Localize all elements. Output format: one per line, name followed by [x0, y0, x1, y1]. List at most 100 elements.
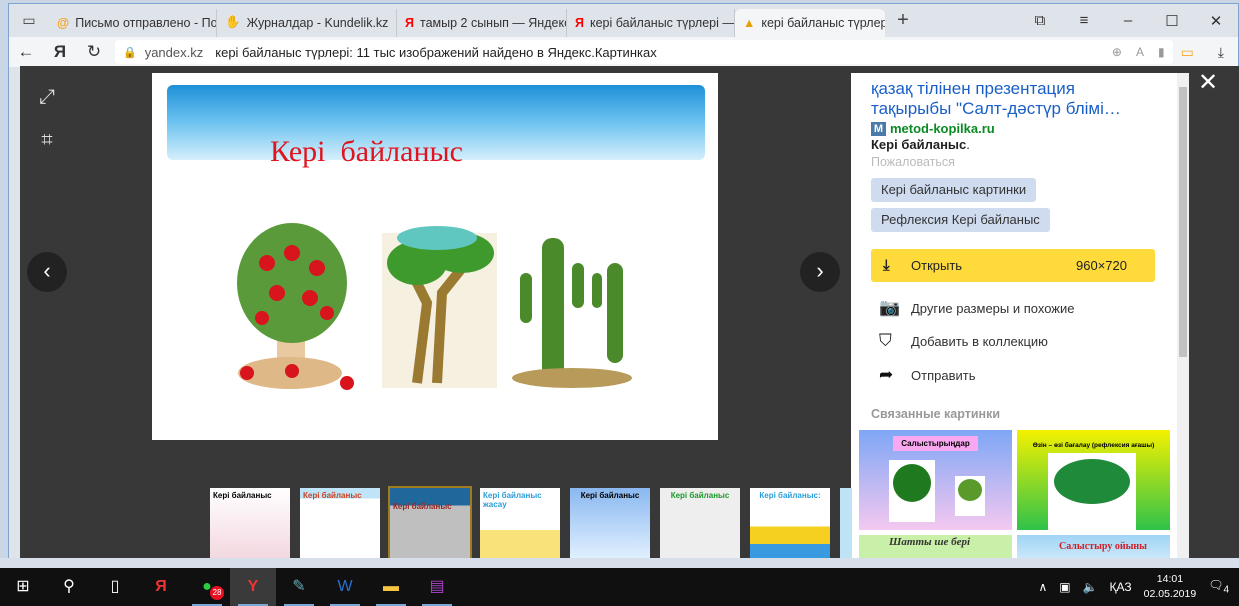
translate-icon[interactable]: A: [1136, 45, 1144, 59]
action-label: Отправить: [911, 367, 976, 383]
notification-badge: 28: [210, 586, 224, 600]
image-viewer: ⤢ ⌗ ‹ › Кері байланыс қазақ тілінен през…: [20, 66, 1239, 568]
yandex-home-icon[interactable]: Я: [43, 42, 77, 62]
thumbnail-caption: Кері байланыс: [670, 491, 730, 500]
address-bar[interactable]: 🔒 yandex.kz кері байланыс түрлері: 11 ты…: [115, 40, 1173, 64]
url-host: yandex.kz: [144, 44, 204, 60]
image-description: Кері байланыс.: [871, 137, 970, 152]
prev-image-button[interactable]: ‹: [27, 252, 67, 292]
lock-icon: 🔒: [123, 46, 137, 59]
thumbnail-caption: Кері байланыс: [213, 491, 272, 500]
cactus-image: [512, 238, 632, 388]
time: 14:01: [1156, 573, 1184, 585]
description-suffix: .: [966, 137, 970, 152]
whatsapp-icon[interactable]: ● 28: [184, 568, 230, 606]
related-image-caption: Өзін – өзі бағалау (рефлексия ағашы): [1032, 442, 1155, 449]
word-icon[interactable]: W: [322, 568, 368, 606]
tab-bar: ▭ @ Письмо отправлено - По ✋ Журналдар - K…: [9, 4, 1238, 37]
tab-yandex-search-2[interactable]: Якері байланыс түрлері —: [567, 8, 735, 37]
battery-saver-icon[interactable]: ▭: [1181, 44, 1194, 61]
thumbnail[interactable]: Кері байланыс: [300, 488, 380, 558]
yandex-icon: Я: [405, 15, 414, 30]
zoom-icon[interactable]: ⊕: [1112, 45, 1122, 59]
thumbnail[interactable]: Кері байланыс жасау: [480, 488, 560, 558]
menu-icon[interactable]: ≡: [1062, 12, 1106, 30]
related-images-heading: Связанные картинки: [871, 407, 1001, 421]
thumbnail-caption: Кері байланыс: [580, 491, 640, 500]
action-center-icon[interactable]: 🗨4: [1208, 578, 1229, 595]
sidebar-toggle-icon[interactable]: ▭: [9, 12, 49, 29]
tab-yandex-images[interactable]: ▲кері байланыс түрлері:✕: [735, 8, 885, 37]
search-icon[interactable]: ⚲: [46, 568, 92, 606]
thumbnail[interactable]: [840, 488, 852, 558]
network-icon[interactable]: ▣: [1059, 580, 1070, 594]
thumbnail-caption: Кері байланыс:: [759, 491, 821, 500]
site-name: metod-kopilka.ru: [890, 121, 995, 136]
yandex-browser-icon[interactable]: Y: [230, 568, 276, 606]
kundelik-icon: ✋: [225, 15, 241, 29]
add-to-collection-button[interactable]: ⛉ Добавить в коллекцию: [879, 331, 1048, 351]
bookmark-icon[interactable]: ▮: [1158, 45, 1165, 59]
other-sizes-button[interactable]: 📷 Другие размеры и похожие: [879, 298, 1074, 318]
related-image[interactable]: Салыстырыңдар: [859, 430, 1012, 530]
apple-tree-image: [237, 223, 354, 390]
crop-icon[interactable]: ⌗: [35, 129, 59, 153]
thumbnail[interactable]: Кері байланыс: [570, 488, 650, 558]
tab-label: кері байланыс түрлері:: [761, 15, 885, 30]
main-image[interactable]: Кері байланыс: [152, 73, 718, 440]
tab-kundelik[interactable]: ✋ Журналдар - Kundelik.kz: [217, 8, 397, 37]
date: 02.05.2019: [1143, 588, 1197, 600]
show-hidden-icons[interactable]: ∧: [1038, 580, 1047, 594]
yandex-app-icon[interactable]: Я: [138, 568, 184, 606]
winrar-icon[interactable]: ▤: [414, 568, 460, 606]
tab-yandex-search[interactable]: Ятамыр 2 сынып — Яндекс: [397, 8, 567, 37]
tree-image: [382, 226, 497, 388]
task-view-icon[interactable]: ▯: [92, 568, 138, 606]
clock[interactable]: 14:01 02.05.2019: [1144, 572, 1197, 602]
bookmarks-icon[interactable]: ⧉: [1018, 12, 1062, 30]
thumbnail[interactable]: Кері байланыс: [660, 488, 740, 558]
next-image-button[interactable]: ›: [800, 252, 840, 292]
source-title-link[interactable]: қазақ тілінен презентация тақырыбы "Салт…: [871, 79, 1151, 119]
related-image-caption: Салыстыру ойыны: [1059, 541, 1147, 552]
camera-search-icon: 📷: [879, 298, 901, 317]
mail-icon: @: [57, 15, 70, 30]
background-window-status-bar: [0, 558, 1239, 568]
yandex-icon: Я: [575, 15, 584, 30]
paint-icon[interactable]: ✎: [276, 568, 322, 606]
scrollbar-thumb[interactable]: [1179, 87, 1187, 357]
fullscreen-icon[interactable]: ⤢: [35, 86, 59, 110]
action-label: Другие размеры и похожие: [911, 300, 1075, 316]
tab-label: кері байланыс түрлері —: [589, 15, 735, 30]
share-button[interactable]: ➦ Отправить: [879, 365, 975, 385]
back-icon[interactable]: ←: [9, 42, 43, 62]
source-site-link[interactable]: Mmetod-kopilka.ru: [871, 121, 995, 136]
close-window-button[interactable]: ✕: [1194, 12, 1238, 30]
related-image[interactable]: Өзін – өзі бағалау (рефлексия ағашы): [1017, 430, 1170, 530]
download-icon[interactable]: ⤓: [1218, 44, 1224, 61]
minimize-button[interactable]: –: [1106, 12, 1150, 30]
related-query-chip[interactable]: Рефлексия Кері байланыс: [871, 208, 1050, 232]
thumbnail-selected[interactable]: Кері байланыс: [388, 486, 472, 560]
new-tab-button[interactable]: +: [885, 9, 921, 32]
volume-icon[interactable]: 🔈: [1083, 580, 1098, 594]
start-button[interactable]: ⊞: [0, 568, 46, 606]
tab-label: Журналдар - Kundelik.kz: [246, 15, 389, 30]
language-indicator[interactable]: ҚАЗ: [1110, 580, 1132, 594]
image-info-panel: қазақ тілінен презентация тақырыбы "Салт…: [851, 73, 1189, 568]
report-link[interactable]: Пожаловаться: [871, 155, 955, 169]
file-explorer-icon[interactable]: ▬: [368, 568, 414, 606]
thumbnail-strip: Кері байланыс Кері байланыс Кері байланы…: [210, 486, 852, 560]
maximize-button[interactable]: ☐: [1150, 12, 1194, 30]
thumbnail[interactable]: Кері байланыс: [210, 488, 290, 558]
page-title: кері байланыс түрлері: 11 тыс изображени…: [215, 44, 657, 60]
panel-scrollbar[interactable]: [1177, 73, 1189, 568]
reload-icon[interactable]: ↻: [77, 42, 111, 62]
thumbnail[interactable]: Кері байланыс:: [750, 488, 830, 558]
related-image-caption: Шатты ше бері: [889, 536, 971, 548]
open-image-button[interactable]: ⤓ Открыть 960×720: [871, 249, 1155, 282]
related-query-chip[interactable]: Кері байланыс картинки: [871, 178, 1037, 202]
description-text: Кері байланыс: [871, 137, 967, 152]
close-viewer-icon[interactable]: ✕: [1198, 68, 1218, 97]
tab-mail[interactable]: @ Письмо отправлено - По: [49, 8, 217, 37]
